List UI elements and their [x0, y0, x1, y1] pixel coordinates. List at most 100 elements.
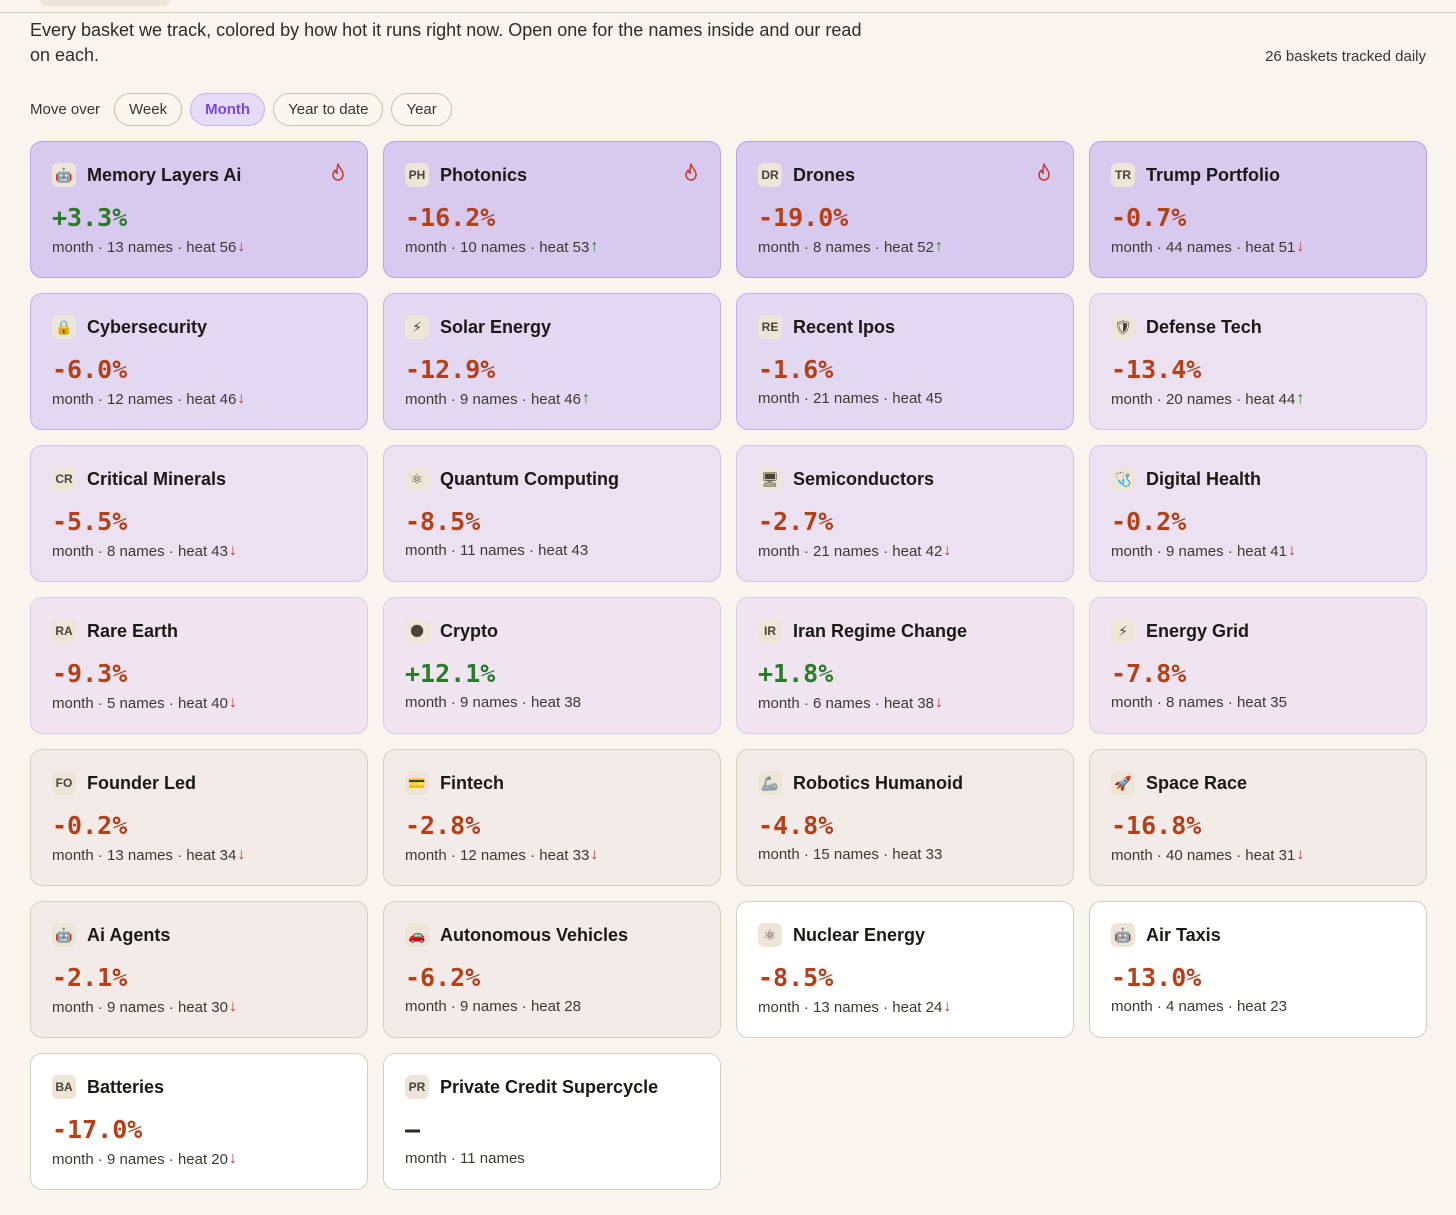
basket-meta: month · 21 names · heat 42 ↓	[758, 542, 1052, 560]
basket-card-rare-earth[interactable]: RA Rare Earth -9.3% month · 5 names · heat …	[30, 597, 368, 734]
arrow-down-icon: ↓	[237, 238, 246, 255]
basket-period: month	[405, 390, 447, 408]
basket-change: -9.3%	[52, 659, 128, 688]
basket-meta: month · 11 names · heat 43	[405, 542, 699, 559]
basket-change: -13.4%	[1111, 355, 1202, 384]
meta-separator: ·	[878, 542, 893, 560]
basket-period: month	[1111, 694, 1153, 711]
basket-name-count: 44 names	[1166, 238, 1232, 256]
basket-card-semiconductors[interactable]: 🖥 Semiconductors -2.7% month · 21 names · h…	[736, 445, 1074, 582]
basket-card-crypto[interactable]: 🌑 Crypto +12.1% month · 9 names · heat 38	[383, 597, 721, 734]
basket-meta: month · 8 names · heat 35	[1111, 694, 1405, 711]
basket-card-ai-agents[interactable]: 🤖 Ai Agents -2.1% month · 9 names · heat 30…	[30, 901, 368, 1038]
arrow-up-icon: ↑	[590, 238, 599, 255]
basket-meta: month · 11 names	[405, 1150, 699, 1167]
basket-card-private-credit-supercycle[interactable]: PR Private Credit Supercycle — month · 11 n…	[383, 1053, 721, 1190]
period-year-to-date-button[interactable]: Year to date	[273, 93, 384, 126]
basket-card-solar-energy[interactable]: ⚡ Solar Energy -12.9% month · 9 names · hea…	[383, 293, 721, 430]
basket-card-space-race[interactable]: 🚀 Space Race -16.8% month · 40 names · heat…	[1089, 749, 1427, 886]
basket-card-recent-ipos[interactable]: RE Recent Ipos -1.6% month · 21 names · hea…	[736, 293, 1074, 430]
arrow-down-icon: ↓	[943, 542, 952, 559]
basket-meta: month · 13 names · heat 24 ↓	[758, 998, 1052, 1016]
meta-separator: ·	[172, 238, 187, 256]
meta-separator: ·	[1152, 846, 1167, 864]
basket-card-autonomous-vehicles[interactable]: 🚗 Autonomous Vehicles -6.2% month · 9 names…	[383, 901, 721, 1038]
basket-header: RA Rare Earth	[52, 618, 346, 644]
meta-separator: ·	[1231, 846, 1246, 864]
arrow-down-icon: ↓	[590, 846, 599, 863]
period-year-button[interactable]: Year	[391, 93, 452, 126]
basket-card-iran-regime-change[interactable]: IR Iran Regime Change +1.8% month · 6 names…	[736, 597, 1074, 734]
basket-card-cybersecurity[interactable]: 🔒 Cybersecurity -6.0% month · 12 names · he…	[30, 293, 368, 430]
basket-card-nuclear-energy[interactable]: ⚛ Nuclear Energy -8.5% month · 13 names · h…	[736, 901, 1074, 1038]
basket-card-memory-layers-ai[interactable]: 🤖 Memory Layers Ai +3.3% month · 13 names ·…	[30, 141, 368, 278]
arrow-down-icon: ↓	[237, 390, 246, 407]
basket-heat: heat 46	[186, 390, 237, 408]
basket-card-batteries[interactable]: BA Batteries -17.0% month · 9 names · heat …	[30, 1053, 368, 1190]
meta-separator: ·	[525, 238, 540, 256]
basket-initials-badge: CR	[52, 467, 76, 491]
period-week-button[interactable]: Week	[114, 93, 183, 126]
basket-heat: heat 44	[1245, 390, 1296, 408]
basket-change: +3.3%	[52, 203, 128, 232]
basket-header: 🚗 Autonomous Vehicles	[405, 922, 699, 948]
basket-name-count: 9 names	[107, 998, 165, 1016]
basket-card-air-taxis[interactable]: 🤖 Air Taxis -13.0% month · 4 names · heat 2…	[1089, 901, 1427, 1038]
basket-name-count: 9 names	[460, 694, 518, 711]
basket-heat: heat 20	[177, 1150, 228, 1168]
meta-separator: ·	[1152, 390, 1167, 408]
basket-card-founder-led[interactable]: FO Founder Led -0.2% month · 13 names · hea…	[30, 749, 368, 886]
basket-name: Photonics	[440, 164, 528, 185]
basket-header: BA Batteries	[52, 1074, 346, 1100]
basket-card-drones[interactable]: DR Drones -19.0% month · 8 names · heat 52 ↑	[736, 141, 1074, 278]
basket-card-robotics-humanoid[interactable]: 🦾 Robotics Humanoid -4.8% month · 15 names …	[736, 749, 1074, 886]
arrow-down-icon: ↓	[228, 998, 237, 1015]
meta-separator: ·	[517, 694, 531, 711]
basket-meta: month · 9 names · heat 38	[405, 694, 699, 711]
basket-card-defense-tech[interactable]: 🛡 Defense Tech -13.4% month · 20 names · he…	[1089, 293, 1427, 430]
period-selector: Move over Week Month Year to date Year	[30, 93, 452, 126]
basket-name-count: 5 names	[107, 694, 165, 712]
basket-grid: 🤖 Memory Layers Ai +3.3% month · 13 names ·…	[30, 141, 1427, 1190]
basket-card-critical-minerals[interactable]: CR Critical Minerals -5.5% month · 8 names …	[30, 445, 368, 582]
basket-period: month	[52, 390, 94, 408]
basket-header: 🩺 Digital Health	[1111, 466, 1405, 492]
basket-name-count: 4 names	[1166, 998, 1224, 1015]
basket-name-count: 40 names	[1166, 846, 1232, 864]
meta-separator: ·	[446, 694, 461, 711]
basket-name: Batteries	[87, 1076, 165, 1097]
basket-name-count: 13 names	[107, 238, 173, 256]
basket-card-quantum-computing[interactable]: ⚛ Quantum Computing -8.5% month · 11 names …	[383, 445, 721, 582]
basket-name-count: 12 names	[460, 846, 526, 864]
meta-separator: ·	[164, 998, 178, 1016]
basket-change: -13.0%	[1111, 963, 1202, 992]
basket-meta: month · 13 names · heat 56 ↓	[52, 238, 346, 256]
basket-period: month	[52, 1150, 94, 1168]
arrow-up-icon: ↑	[581, 390, 590, 407]
basket-header: 🤖 Ai Agents	[52, 922, 346, 948]
period-month-button[interactable]: Month	[190, 93, 266, 126]
basket-card-photonics[interactable]: PH Photonics -16.2% month · 10 names · heat…	[383, 141, 721, 278]
basket-icon: ⚛	[758, 923, 782, 947]
basket-name-count: 10 names	[460, 238, 526, 256]
basket-period: month	[1111, 238, 1153, 256]
basket-header: FO Founder Led	[52, 770, 346, 796]
basket-heat: heat 51	[1245, 238, 1296, 256]
basket-change: -17.0%	[52, 1115, 143, 1144]
meta-separator: ·	[1223, 542, 1237, 560]
basket-name-count: 8 names	[107, 542, 165, 560]
basket-period: month	[1111, 542, 1153, 560]
meta-separator: ·	[799, 694, 814, 712]
basket-name-count: 13 names	[813, 998, 879, 1016]
basket-change: -6.0%	[52, 355, 128, 384]
basket-heat: heat 33	[539, 846, 590, 864]
basket-card-fintech[interactable]: 💳 Fintech -2.8% month · 12 names · heat 33 ↓	[383, 749, 721, 886]
basket-card-trump-portfolio[interactable]: TR Trump Portfolio -0.7% month · 44 names ·…	[1089, 141, 1427, 278]
meta-separator: ·	[446, 238, 461, 256]
basket-card-digital-health[interactable]: 🩺 Digital Health -0.2% month · 9 names · he…	[1089, 445, 1427, 582]
basket-name: Autonomous Vehicles	[440, 924, 629, 945]
basket-meta: month · 20 names · heat 44 ↑	[1111, 390, 1405, 408]
arrow-down-icon: ↓	[943, 998, 952, 1015]
basket-card-energy-grid[interactable]: ⚡ Energy Grid -7.8% month · 8 names · heat …	[1089, 597, 1427, 734]
basket-name-count: 9 names	[107, 1150, 165, 1168]
